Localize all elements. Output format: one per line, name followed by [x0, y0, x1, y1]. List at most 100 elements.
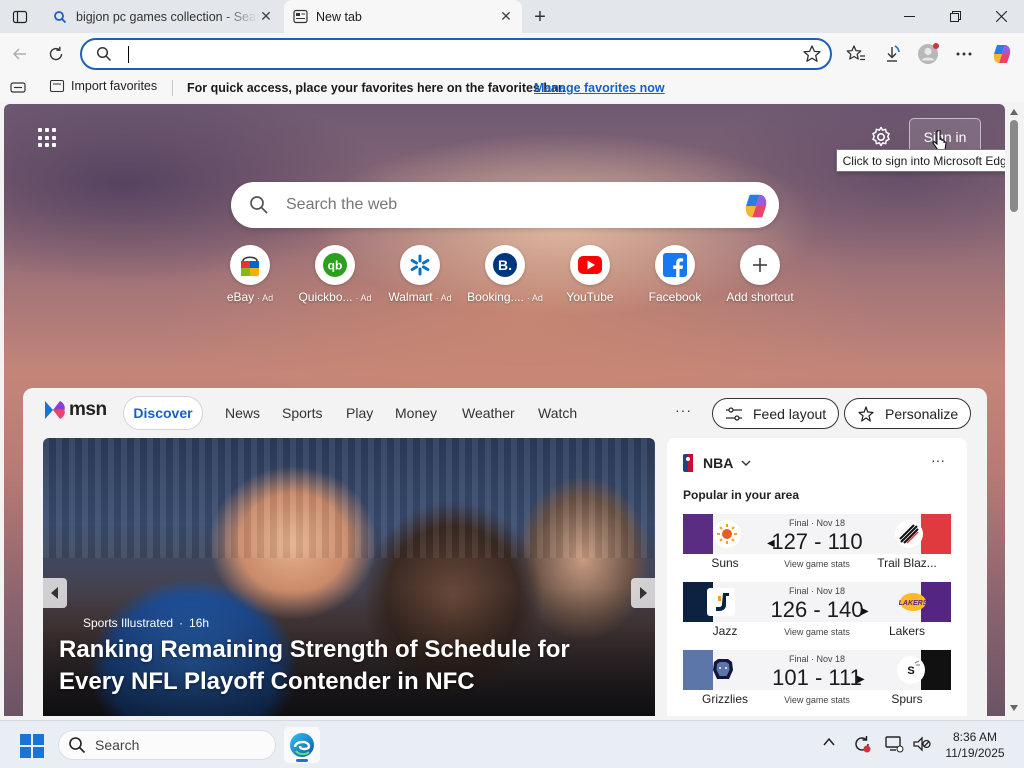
- personalize-label: Personalize: [885, 405, 959, 422]
- walmart-icon: [400, 245, 440, 285]
- msn-logo-text: msn: [69, 399, 107, 420]
- taskbar-edge-app[interactable]: [284, 727, 320, 763]
- winner-arrow-right-icon: ▶: [857, 674, 865, 685]
- winner-arrow-right-icon: ▶: [861, 606, 869, 617]
- add-shortcut-button[interactable]: Add shortcut: [717, 245, 803, 304]
- show-hidden-icons-chevron-up-icon[interactable]: [822, 735, 836, 749]
- grid-dot-icon: [45, 128, 49, 132]
- volume-muted-tray-icon[interactable]: [912, 734, 932, 754]
- sync-refresh-tray-icon[interactable]: [852, 734, 872, 754]
- tab-close-icon[interactable]: ✕: [498, 8, 514, 25]
- game-status: Final · Nov 18: [788, 654, 846, 664]
- taskbar-search-label: Search: [95, 737, 140, 753]
- game-status: Final · Nov 18: [788, 586, 846, 596]
- back-button[interactable]: [6, 40, 34, 68]
- clock-time: 8:36 AM: [952, 730, 998, 744]
- address-bar[interactable]: [80, 38, 832, 70]
- start-windows-icon[interactable]: [20, 734, 44, 758]
- clock-date: 11/19/2025: [945, 746, 1005, 760]
- hero-source: Sports Illustrated · 16h: [83, 616, 209, 630]
- shortcut-youtube[interactable]: YouTube: [547, 245, 633, 304]
- game-result-jazz-lakers[interactable]: LAKERS Final · Nov 18 126 - 140 ▶ View g…: [683, 582, 951, 642]
- scroll-down-arrow-icon[interactable]: [1009, 704, 1019, 712]
- sliders-icon: [726, 406, 742, 421]
- tab-strip: bigjon pc games collection - Search ✕ Ne…: [0, 0, 1024, 33]
- nav-tab-discover[interactable]: Discover: [123, 396, 203, 430]
- app-launcher-button[interactable]: [38, 128, 58, 148]
- close-window-button[interactable]: [978, 0, 1024, 33]
- nav-tab-watch[interactable]: Watch: [538, 405, 577, 421]
- address-input[interactable]: [126, 44, 766, 64]
- tab-title: New tab: [316, 9, 362, 24]
- favorites-bar: Import favorites For quick access, place…: [0, 74, 1024, 102]
- text-caret: [128, 46, 129, 63]
- copilot-icon[interactable]: [741, 191, 771, 221]
- msn-butterfly-icon: [45, 401, 65, 419]
- home-team-name: Grizzlies: [701, 692, 748, 706]
- downloads-button[interactable]: [878, 40, 906, 68]
- import-favorites-button[interactable]: Import favorites: [49, 79, 157, 93]
- scrollbar-thumb[interactable]: [1010, 120, 1018, 212]
- profile-button[interactable]: [914, 40, 942, 68]
- favorites-bar-toggle-icon[interactable]: [10, 81, 26, 95]
- profile-avatar-icon: [918, 43, 939, 64]
- add-favorite-star-icon[interactable]: [802, 44, 822, 64]
- favorites-button[interactable]: [842, 40, 870, 68]
- tab-actions-button[interactable]: [6, 5, 34, 29]
- tab-search[interactable]: bigjon pc games collection - Search ✕: [44, 0, 282, 33]
- shortcut-facebook[interactable]: Facebook: [632, 245, 718, 304]
- refresh-button[interactable]: [42, 40, 70, 68]
- display-network-tray-icon[interactable]: [884, 734, 904, 754]
- carousel-prev-button[interactable]: [43, 578, 67, 608]
- web-search-box[interactable]: Search the web: [231, 182, 779, 228]
- page-scrollbar[interactable]: [1005, 104, 1024, 716]
- restore-button[interactable]: [932, 0, 978, 33]
- tab-actions-icon: [12, 10, 28, 24]
- nba-league-dropdown[interactable]: NBA: [683, 454, 751, 472]
- taskbar-clock[interactable]: 8:36 AM 11/19/2025: [940, 729, 1010, 761]
- tab-close-icon[interactable]: ✕: [258, 8, 274, 25]
- shortcut-booking[interactable]: B. Booking.... · Ad: [462, 245, 548, 304]
- nba-more-button[interactable]: ···: [931, 452, 945, 468]
- shortcut-label: Booking....: [467, 290, 524, 304]
- personalize-button[interactable]: Personalize: [844, 398, 972, 429]
- tab-new-tab[interactable]: New tab ✕: [284, 0, 522, 33]
- taskbar-search-box[interactable]: Search: [58, 730, 276, 760]
- shortcut-label: YouTube: [566, 290, 614, 304]
- more-horizontal-icon: [956, 52, 972, 56]
- shortcut-ebay[interactable]: eBay · Ad: [207, 245, 293, 304]
- nav-more-button[interactable]: ···: [675, 402, 692, 418]
- minimize-button[interactable]: [886, 0, 932, 33]
- web-search-placeholder: Search the web: [286, 196, 398, 213]
- nav-tab-sports[interactable]: Sports: [282, 405, 322, 421]
- nav-tab-news[interactable]: News: [225, 405, 260, 421]
- carousel-next-button[interactable]: [631, 578, 655, 608]
- home-team-name: Suns: [711, 556, 739, 570]
- hero-source-name: Sports Illustrated: [83, 616, 174, 630]
- nav-tab-weather[interactable]: Weather: [462, 405, 515, 421]
- hero-story-card[interactable]: Sports Illustrated · 16h Ranking Remaini…: [43, 438, 655, 716]
- page-settings-gear-icon[interactable]: [870, 126, 892, 148]
- shortcut-walmart[interactable]: Walmart · Ad: [377, 245, 463, 304]
- separator-dot: ·: [179, 616, 184, 630]
- game-result-suns-blazers[interactable]: Final · Nov 18 ◀ 127 - 110 View game sta…: [683, 514, 951, 574]
- grid-dot-icon: [52, 135, 56, 140]
- arrow-left-icon: [13, 48, 26, 60]
- feed-layout-button[interactable]: Feed layout: [712, 398, 840, 429]
- svg-text:B.: B.: [498, 257, 512, 273]
- copilot-button[interactable]: [988, 40, 1016, 68]
- msn-logo[interactable]: msn: [43, 398, 107, 422]
- shortcut-label: eBay: [226, 290, 255, 304]
- nav-tab-play[interactable]: Play: [346, 405, 373, 421]
- settings-more-button[interactable]: [950, 40, 978, 68]
- search-icon: [69, 737, 86, 754]
- new-tab-button[interactable]: +: [528, 5, 552, 29]
- ad-badge: · Ad: [355, 293, 372, 303]
- shortcut-quickbooks[interactable]: qb Quickbo... · Ad: [292, 245, 378, 304]
- hero-headline[interactable]: Ranking Remaining Strength of Schedule f…: [59, 634, 639, 698]
- facebook-icon: [655, 245, 695, 285]
- scroll-up-arrow-icon[interactable]: [1009, 108, 1019, 116]
- game-result-grizzlies-spurs[interactable]: S Final · Nov 18 101 - 111 ▶ View game s…: [683, 650, 951, 710]
- manage-favorites-link[interactable]: Manage favorites now: [534, 81, 665, 95]
- nav-tab-money[interactable]: Money: [395, 405, 437, 421]
